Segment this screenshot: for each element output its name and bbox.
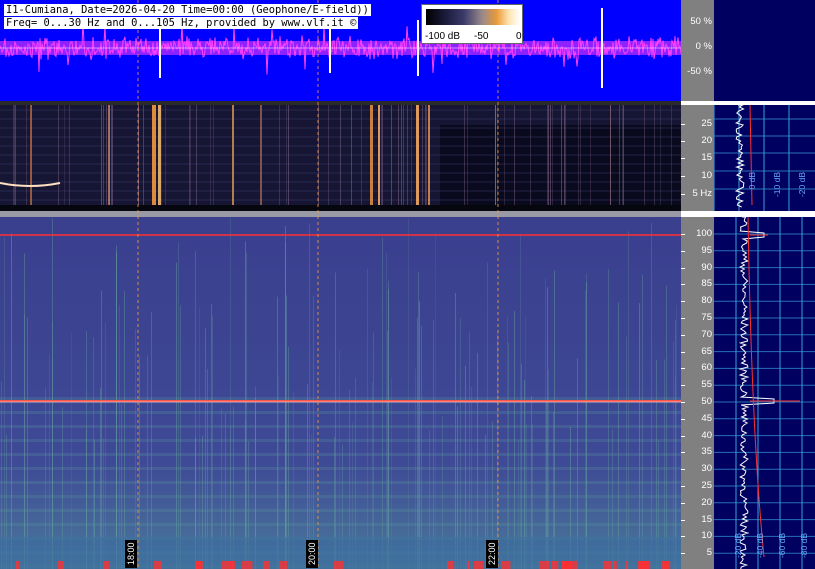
station-title: I1-Cumiana, Date=2026-04-20 Time=00:00 (… [4, 4, 371, 16]
frequency-tick-high: 75 [701, 312, 712, 323]
waveform-tick: 50 % [690, 16, 712, 27]
vlf-monitor-screen: I1-Cumiana, Date=2026-04-20 Time=00:00 (… [0, 0, 815, 569]
waveform-tick: 0 % [695, 41, 712, 52]
bottom-side-label: -80 dB [799, 533, 809, 559]
frequency-tick-low: 25 [701, 118, 712, 129]
frequency-tick-high: 50 [701, 396, 712, 407]
bottom-side-label: -60 dB [777, 533, 787, 559]
frequency-tick-low: 10 [701, 170, 712, 181]
bottom-side-label: -40 dB [755, 533, 765, 559]
mid-side-label: 0 dB [747, 172, 757, 190]
frequency-tick-high: 65 [701, 345, 712, 357]
side-panel-bottom [714, 217, 815, 569]
frequency-tick-high: 55 [701, 379, 712, 391]
frequency-tick-high: 35 [701, 446, 712, 458]
frequency-tick-high: 90 [701, 261, 712, 273]
frequency-tick-high: 80 [701, 295, 712, 307]
time-label-18: 18:00 [125, 540, 137, 568]
waveform-tick: -50 % [687, 66, 712, 77]
frequency-tick-high: 5 [706, 547, 712, 559]
frequency-info: Freq= 0...30 Hz and 0...105 Hz, provided… [4, 17, 359, 29]
bottom-level-profile [714, 217, 815, 569]
frequency-tick-high: 20 [701, 496, 712, 508]
mid-side-label: -20 dB [797, 172, 807, 198]
mid-side-label: -10 dB [772, 172, 782, 198]
frequency-tick-high: 95 [701, 244, 712, 256]
frequency-tick-high: 40 [701, 429, 712, 441]
frequency-tick-low: 15 [701, 152, 712, 163]
colour-scale-legend: -100 dB -50 0 [421, 4, 523, 44]
frequency-tick-low: 20 [701, 135, 712, 146]
frequency-tick-high: 15 [701, 513, 712, 525]
frequency-tick-high: 10 [701, 530, 712, 542]
colour-scale-gradient [426, 9, 520, 25]
frequency-tick-high: 45 [701, 412, 712, 424]
frequency-tick-high: 30 [701, 463, 712, 475]
legend-label-min: -100 dB [425, 31, 461, 42]
frequency-tick-high: 100 [696, 228, 712, 239]
time-markers [137, 0, 499, 569]
frequency-tick-high: 85 [701, 278, 712, 290]
frequency-tick-high: 60 [701, 362, 712, 374]
frequency-tick-high: 70 [701, 328, 712, 340]
bottom-side-label: -20 dB [733, 533, 743, 559]
side-panel-top [714, 0, 815, 101]
legend-label-max: 0 [516, 31, 522, 42]
time-label-22: 22:00 [486, 540, 498, 568]
time-label-20: 20:00 [306, 540, 318, 568]
frequency-tick-low: 5 Hz [692, 188, 712, 199]
frequency-tick-high: 25 [701, 480, 712, 491]
legend-label-mid: -50 [474, 31, 489, 42]
